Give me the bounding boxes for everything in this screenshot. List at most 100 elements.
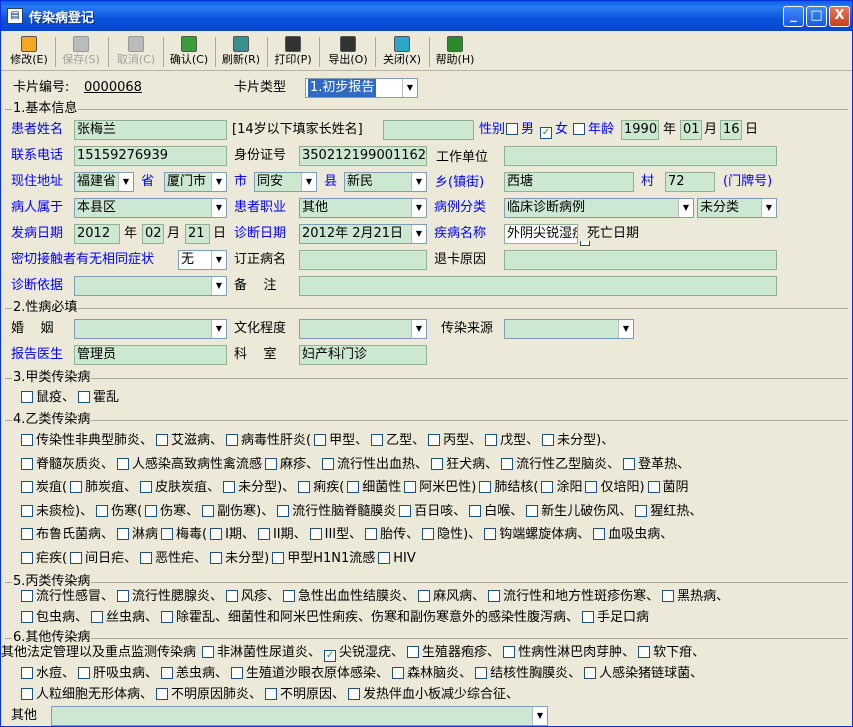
checkbox[interactable] — [231, 667, 244, 679]
checkbox[interactable] — [21, 528, 33, 540]
toolbar-button-7[interactable]: 关闭(X) — [377, 35, 427, 69]
revise-field[interactable] — [299, 250, 427, 270]
checkbox[interactable] — [21, 457, 33, 470]
disease-option[interactable]: 流行性脑脊髓膜炎 — [277, 504, 396, 519]
onset-month-field[interactable]: 02 — [142, 224, 164, 244]
checkbox[interactable] — [21, 611, 33, 623]
disease-option[interactable]: 恶性疟、 — [140, 551, 207, 566]
checkbox[interactable] — [117, 590, 130, 602]
other-select[interactable]: ▼ — [51, 706, 548, 726]
checkbox[interactable] — [21, 391, 33, 403]
checkbox[interactable] — [503, 646, 516, 658]
disease-option[interactable]: 流行性出血热、 — [322, 457, 428, 472]
disease-option[interactable]: 阿米巴性) — [404, 480, 476, 495]
checkbox[interactable] — [145, 504, 158, 517]
checkbox[interactable] — [623, 457, 636, 470]
disease-option[interactable]: III型、 — [309, 527, 362, 542]
dept-field[interactable]: 妇产科门诊 — [299, 345, 427, 365]
checkbox[interactable] — [117, 528, 130, 540]
disease-option[interactable]: 风疹、 — [226, 589, 280, 604]
disease-option[interactable]: 非淋菌性尿道炎、 — [202, 645, 321, 660]
checkbox[interactable] — [484, 528, 497, 540]
male-checkbox[interactable] — [506, 123, 518, 135]
checkbox[interactable] — [226, 434, 239, 446]
village-field[interactable]: 西塘 — [504, 172, 634, 192]
checkbox[interactable] — [638, 646, 651, 658]
chevron-down-icon[interactable]: ▼ — [211, 320, 226, 338]
chevron-down-icon[interactable]: ▼ — [761, 199, 776, 217]
close-button[interactable]: X — [829, 6, 850, 27]
work-field[interactable] — [504, 146, 777, 166]
house-number-field[interactable]: 72 — [665, 172, 715, 192]
disease-option[interactable]: 隐性)、 — [422, 527, 481, 542]
note-field[interactable] — [299, 276, 777, 296]
town-select[interactable]: 新民 ▼ — [344, 172, 427, 192]
patient-name-field[interactable]: 张梅兰 — [74, 120, 227, 140]
checkbox[interactable] — [21, 551, 33, 564]
disease-option[interactable]: 未分型)、 — [223, 480, 295, 495]
checkbox[interactable] — [475, 667, 488, 679]
checkbox[interactable] — [277, 504, 290, 517]
chevron-down-icon[interactable]: ▼ — [211, 173, 226, 191]
maximize-button[interactable]: □ — [806, 6, 827, 27]
disease-option[interactable]: 百日咳、 — [399, 504, 466, 519]
checkbox[interactable] — [404, 481, 417, 493]
disease-option[interactable]: 疟疾( — [21, 551, 67, 566]
disease-option[interactable]: 戊型、 — [485, 433, 539, 448]
diagnosis-date-picker[interactable]: 2012年 2月21日 ▼ — [299, 224, 427, 244]
toolbar-button-6[interactable]: 导出(O) — [323, 35, 373, 69]
checkbox[interactable] — [21, 434, 33, 446]
disease-option[interactable]: 麻疹、 — [265, 457, 319, 472]
disease-option[interactable]: 伤寒( — [96, 504, 142, 519]
checkbox[interactable] — [585, 481, 598, 493]
checkbox[interactable] — [422, 528, 435, 540]
checkbox[interactable] — [21, 504, 33, 517]
checkbox[interactable] — [257, 528, 270, 540]
checkbox[interactable] — [161, 528, 174, 540]
province-select[interactable]: 福建省 ▼ — [74, 172, 134, 192]
birth-year-field[interactable]: 1990 — [621, 120, 659, 140]
checkbox[interactable] — [283, 590, 296, 602]
checkbox[interactable] — [347, 481, 360, 493]
disease-option[interactable]: 发热伴血小板减少综合征、 — [348, 687, 519, 702]
disease-option[interactable]: 丝虫病、 — [91, 610, 158, 625]
checkbox[interactable] — [501, 457, 514, 470]
education-select[interactable]: ▼ — [299, 319, 427, 339]
checkbox[interactable] — [202, 504, 215, 517]
toolbar-button-1[interactable]: 保存(S) — [56, 35, 106, 69]
checkbox[interactable] — [161, 667, 174, 679]
checkbox[interactable] — [647, 481, 660, 493]
disease-option[interactable]: I期、 — [210, 527, 255, 542]
disease-option[interactable]: 水痘、 — [21, 666, 75, 681]
checkbox[interactable] — [21, 590, 33, 602]
checkbox[interactable] — [70, 481, 83, 493]
disease-option[interactable]: 新生儿破伤风、 — [526, 504, 632, 519]
disease-option[interactable]: 甲型H1N1流感 — [272, 551, 375, 566]
disease-option[interactable]: 细菌性 — [347, 480, 401, 495]
chevron-down-icon[interactable]: ▼ — [411, 320, 426, 338]
onset-year-field[interactable]: 2012 — [74, 224, 120, 244]
disease-option[interactable]: 伤寒、 — [145, 504, 199, 519]
chevron-down-icon[interactable]: ▼ — [211, 277, 226, 295]
checkbox[interactable] — [117, 457, 130, 470]
checkbox[interactable] — [156, 688, 169, 700]
disease-option[interactable]: 急性出血性结膜炎、 — [283, 589, 415, 604]
checkbox[interactable] — [140, 481, 153, 493]
checkbox[interactable] — [582, 611, 595, 623]
chevron-down-icon[interactable]: ▼ — [411, 225, 426, 243]
disease-option[interactable]: 脊髓灰质炎、 — [21, 457, 114, 472]
chevron-down-icon[interactable]: ▼ — [211, 251, 226, 269]
checkbox[interactable] — [78, 391, 91, 403]
disease-option[interactable]: II期、 — [257, 527, 307, 542]
disease-option[interactable]: 血吸虫病、 — [593, 527, 673, 542]
disease-option[interactable]: 人感染高致病性禽流感 — [117, 457, 262, 472]
disease-option[interactable]: 结核性胸膜炎、 — [475, 666, 581, 681]
birth-month-field[interactable]: 01 — [680, 120, 702, 140]
disease-option[interactable]: 肺结核( — [479, 480, 538, 495]
disease-option[interactable]: 间日疟、 — [70, 551, 137, 566]
doctor-field[interactable]: 管理员 — [74, 345, 227, 365]
checkbox[interactable] — [21, 688, 33, 700]
checkbox[interactable] — [365, 528, 378, 540]
checkbox[interactable] — [309, 528, 322, 540]
guardian-field[interactable] — [383, 120, 474, 140]
